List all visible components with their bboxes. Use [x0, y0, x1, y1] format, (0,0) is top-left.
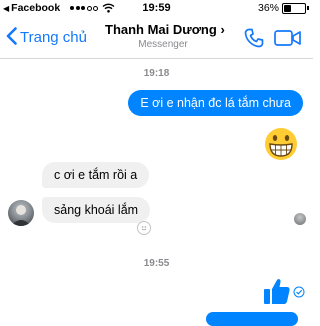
check-circle-icon	[293, 286, 305, 298]
conversation-title[interactable]: Thanh Mai Dương › Messenger	[105, 22, 225, 50]
chevron-right-icon: ›	[220, 22, 225, 37]
back-button-label: Trang chủ	[20, 29, 87, 46]
timestamp: 19:55	[143, 258, 170, 269]
battery-percent: 36%	[257, 2, 279, 14]
battery-icon	[282, 2, 306, 14]
video-camera-icon[interactable]	[274, 30, 302, 46]
contact-name: Thanh Mai Dương	[105, 22, 217, 37]
add-reaction-icon[interactable]	[137, 221, 151, 235]
seen-avatar	[294, 213, 306, 225]
timestamp: 19:18	[143, 68, 170, 79]
incoming-message[interactable]: c ơi e tắm rồi a	[42, 162, 150, 188]
phone-icon[interactable]	[244, 28, 264, 48]
status-bar: ◀ Facebook 19:59 36%	[0, 0, 313, 18]
thumbs-up-icon[interactable]	[262, 276, 292, 306]
contact-avatar[interactable]	[8, 200, 34, 226]
incoming-group: c ơi e tắm rồi a sảng khoái lắm	[0, 150, 313, 240]
chevron-left-icon	[6, 27, 17, 48]
outgoing-message[interactable]: E ơi e nhận đc lá tắm chưa	[128, 90, 303, 116]
header-subtitle: Messenger	[138, 39, 188, 50]
battery-indicator: 36%	[258, 2, 309, 14]
incoming-message[interactable]: sảng khoái lắm	[42, 197, 151, 223]
conversation-header: Trang chủ Thanh Mai Dương › Messenger	[0, 18, 313, 59]
outgoing-message-partial[interactable]	[206, 312, 298, 326]
back-button[interactable]: Trang chủ	[6, 27, 87, 48]
